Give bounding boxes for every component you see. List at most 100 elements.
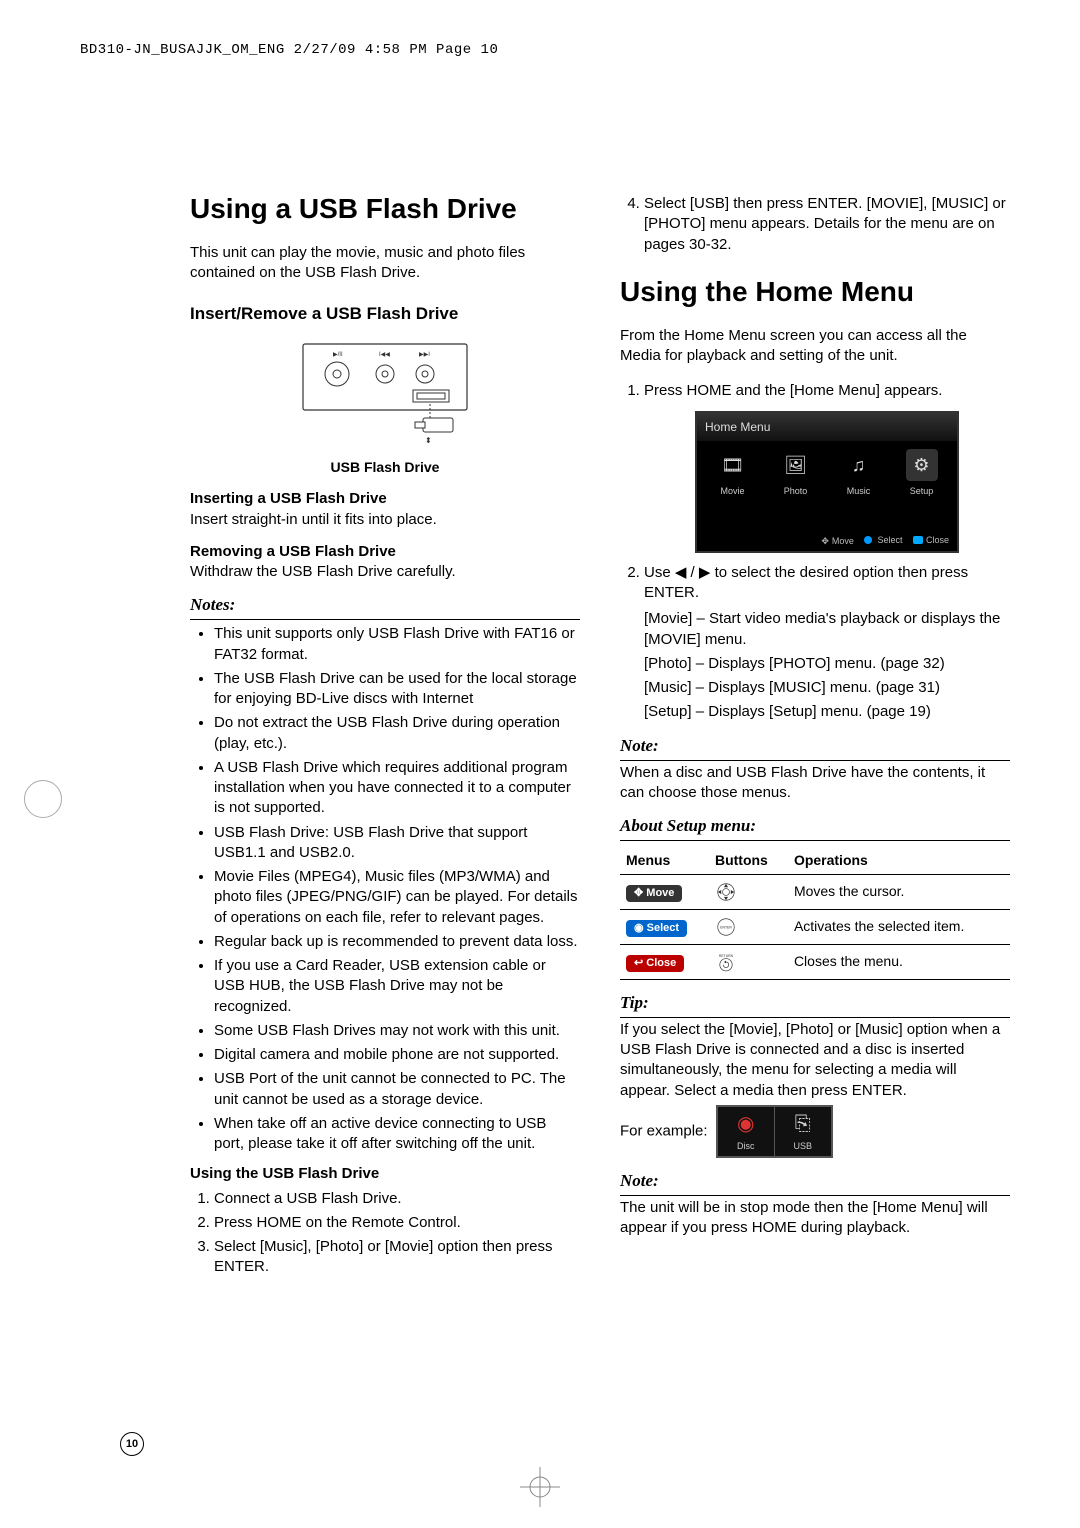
home-menu-item-photo: 🖼 Photo xyxy=(772,449,820,497)
home-steps: Press HOME and the [Home Menu] appears. … xyxy=(620,381,1010,723)
op-text: Activates the selected item. xyxy=(788,909,1010,944)
home-item-label: Music xyxy=(847,486,871,496)
option-line: [Photo] – Displays [PHOTO] menu. (page 3… xyxy=(644,654,1010,674)
content-columns: Using a USB Flash Drive This unit can pl… xyxy=(190,190,1010,1288)
manual-page: BD310-JN_BUSAJJK_OM_ENG 2/27/09 4:58 PM … xyxy=(0,0,1080,1528)
tip-example-line: For example: ◉ Disc ⎘ USB xyxy=(620,1105,1010,1158)
list-item: Select [USB] then press ENTER. [MOVIE], … xyxy=(644,194,1010,255)
home-item-label: Setup xyxy=(910,486,934,496)
list-item: Press HOME and the [Home Menu] appears. … xyxy=(644,381,1010,553)
binding-hole-icon xyxy=(24,780,62,818)
print-header: BD310-JN_BUSAJJK_OM_ENG 2/27/09 4:58 PM … xyxy=(80,42,498,58)
dpad-icon: ✥ xyxy=(821,535,829,547)
option-line: [Movie] – Start video media's playback o… xyxy=(644,609,1010,650)
close-badge: ↩ Close xyxy=(626,955,684,972)
list-item: If you use a Card Reader, USB extension … xyxy=(214,956,580,1017)
home-menu-item-setup: ⚙ Setup xyxy=(898,449,946,497)
using-usb-heading: Using the USB Flash Drive xyxy=(190,1164,580,1184)
for-example-label: For example: xyxy=(620,1122,708,1139)
device-diagram-icon: ▶/II I◀◀ ▶▶I ⬍ xyxy=(295,338,475,448)
option-line: [Setup] – Displays [Setup] menu. (page 1… xyxy=(644,702,1010,722)
photo-icon: 🖼 xyxy=(780,449,812,481)
svg-text:I◀◀: I◀◀ xyxy=(379,352,390,358)
table-row: ✥ Move Moves the cursor. xyxy=(620,874,1010,909)
list-item: Do not extract the USB Flash Drive durin… xyxy=(214,713,580,754)
usb-cell: ⎘ USB xyxy=(774,1107,831,1156)
usb-insert-figure: ▶/II I◀◀ ▶▶I ⬍ USB Flash Drive xyxy=(190,338,580,477)
setup-table: Menus Buttons Operations ✥ Move Moves th… xyxy=(620,847,1010,980)
list-item: Press HOME on the Remote Control. xyxy=(214,1213,580,1233)
svg-text:▶/II: ▶/II xyxy=(333,352,343,358)
usb-caption: USB Flash Drive xyxy=(190,458,580,477)
inserting-heading: Inserting a USB Flash Drive xyxy=(190,489,580,509)
disc-icon: ◉ xyxy=(722,1111,770,1138)
note2-text: The unit will be in stop mode then the [… xyxy=(620,1198,1010,1239)
move-badge: ✥ Move xyxy=(626,885,682,902)
table-row: ↩ Close RETURN Closes the menu. xyxy=(620,944,1010,979)
list-item: Select [Music], [Photo] or [Movie] optio… xyxy=(214,1237,580,1278)
list-item: This unit supports only USB Flash Drive … xyxy=(214,624,580,665)
disc-label: Disc xyxy=(737,1141,755,1151)
option-line: [Music] – Displays [MUSIC] menu. (page 3… xyxy=(644,678,1010,698)
list-item: USB Port of the unit cannot be connected… xyxy=(214,1069,580,1110)
about-setup-heading: About Setup menu: xyxy=(620,815,1010,841)
tip-text: If you select the [Movie], [Photo] or [M… xyxy=(620,1020,1010,1101)
section-heading-usb: Using a USB Flash Drive xyxy=(190,190,580,228)
select-badge: ◉ Select xyxy=(626,920,687,937)
svg-text:RETURN: RETURN xyxy=(719,954,734,958)
crop-mark-bottom-icon xyxy=(520,1467,560,1510)
col-menus: Menus xyxy=(620,847,709,874)
section-heading-home: Using the Home Menu xyxy=(620,273,1010,311)
home-intro: From the Home Menu screen you can access… xyxy=(620,326,1010,367)
enter-button-icon: ENTER xyxy=(715,916,737,938)
home-item-label: Movie xyxy=(720,486,744,496)
home-menu-item-movie: 🎞 Movie xyxy=(709,449,757,497)
svg-text:⬍: ⬍ xyxy=(425,436,432,445)
home-menu-item-music: ♫ Music xyxy=(835,449,883,497)
list-item: USB Flash Drive: USB Flash Drive that su… xyxy=(214,823,580,864)
step1-text: Press HOME and the [Home Menu] appears. xyxy=(644,382,942,399)
disc-cell: ◉ Disc xyxy=(718,1107,774,1156)
list-item: Digital camera and mobile phone are not … xyxy=(214,1045,580,1065)
media-select-figure: ◉ Disc ⎘ USB xyxy=(716,1105,833,1158)
tip-heading: Tip: xyxy=(620,992,1010,1018)
continued-steps: Select [USB] then press ENTER. [MOVIE], … xyxy=(620,194,1010,255)
usb-intro: This unit can play the movie, music and … xyxy=(190,243,580,284)
col-buttons: Buttons xyxy=(709,847,788,874)
home-menu-title: Home Menu xyxy=(697,413,957,441)
music-icon: ♫ xyxy=(843,449,875,481)
removing-text: Withdraw the USB Flash Drive carefully. xyxy=(190,562,580,582)
movie-icon: 🎞 xyxy=(717,449,749,481)
option-descriptions: [Movie] – Start video media's playback o… xyxy=(644,609,1010,722)
home-menu-hints: ✥Move Select Close xyxy=(697,504,957,551)
list-item: Use ◀ / ▶ to select the desired option t… xyxy=(644,563,1010,723)
svg-text:ENTER: ENTER xyxy=(720,925,732,929)
left-column: Using a USB Flash Drive This unit can pl… xyxy=(190,190,580,1288)
inserting-text: Insert straight-in until it fits into pl… xyxy=(190,510,580,530)
dpad-button-icon xyxy=(715,881,737,903)
using-usb-steps: Connect a USB Flash Drive. Press HOME on… xyxy=(190,1189,580,1278)
list-item: The USB Flash Drive can be used for the … xyxy=(214,669,580,710)
list-item: When take off an active device connectin… xyxy=(214,1114,580,1155)
home-item-label: Photo xyxy=(784,486,808,496)
step2-text: Use ◀ / ▶ to select the desired option t… xyxy=(644,564,968,601)
insert-remove-heading: Insert/Remove a USB Flash Drive xyxy=(190,303,580,326)
list-item: A USB Flash Drive which requires additio… xyxy=(214,758,580,819)
notes-heading: Notes: xyxy=(190,594,580,620)
note2-heading: Note: xyxy=(620,1170,1010,1196)
col-operations: Operations xyxy=(788,847,1010,874)
notes-list: This unit supports only USB Flash Drive … xyxy=(190,624,580,1154)
note-text: When a disc and USB Flash Drive have the… xyxy=(620,763,1010,804)
return-hint-icon xyxy=(913,536,923,544)
list-item: Connect a USB Flash Drive. xyxy=(214,1189,580,1209)
removing-heading: Removing a USB Flash Drive xyxy=(190,542,580,562)
setup-icon: ⚙ xyxy=(906,449,938,481)
op-text: Moves the cursor. xyxy=(788,874,1010,909)
select-dot-icon xyxy=(864,536,872,544)
list-item: Some USB Flash Drives may not work with … xyxy=(214,1021,580,1041)
return-button-icon: RETURN xyxy=(715,951,737,973)
table-header-row: Menus Buttons Operations xyxy=(620,847,1010,874)
usb-icon: ⎘ xyxy=(779,1111,827,1138)
page-number: 10 xyxy=(120,1432,144,1456)
op-text: Closes the menu. xyxy=(788,944,1010,979)
